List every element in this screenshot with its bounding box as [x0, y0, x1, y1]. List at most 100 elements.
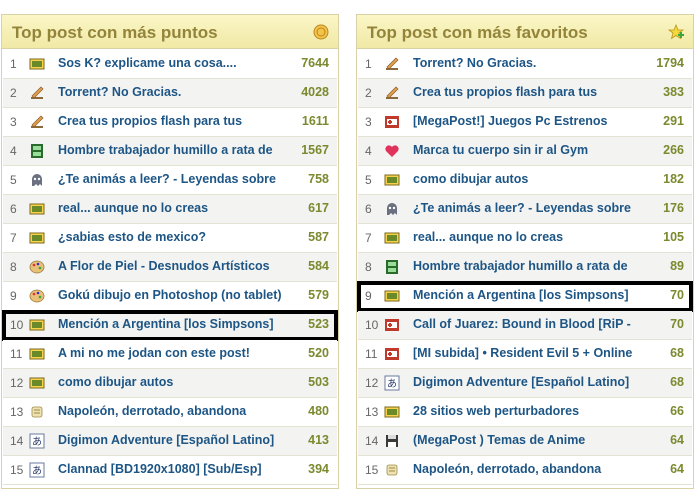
post-row: 13 28 sitios web perturbadores 66	[358, 398, 692, 427]
post-title-link[interactable]: Mención a Argentina [los Simpsons]	[58, 317, 274, 331]
image-icon	[29, 348, 45, 360]
post-score: 89	[670, 259, 684, 273]
post-score: 64	[670, 433, 684, 447]
post-title-link[interactable]: Call of Juarez: Bound in Blood [RiP -	[413, 317, 631, 331]
post-score: 523	[308, 317, 329, 331]
post-title-link[interactable]: Clannad [BD1920x1080] [Sub/Esp]	[58, 462, 262, 476]
post-score: 68	[670, 346, 684, 360]
post-title-link[interactable]: Mención a Argentina [los Simpsons]	[413, 288, 629, 302]
post-score: 617	[308, 201, 329, 215]
post-title-link[interactable]: Torrent? No Gracias.	[58, 85, 181, 99]
pencil-icon	[386, 86, 399, 99]
svg-text:あ: あ	[32, 465, 42, 477]
post-score: 587	[308, 230, 329, 244]
image-icon	[29, 203, 45, 215]
rank-number: 13	[10, 405, 24, 419]
post-title-link[interactable]: como dibujar autos	[413, 172, 528, 186]
post-score: 394	[308, 462, 329, 476]
anime-icon: あ	[29, 462, 45, 478]
post-row: 9 Gokú dibujo en Photoshop (no tablet) 579	[3, 282, 337, 311]
scroll-icon	[31, 406, 43, 418]
rank-number: 6	[10, 202, 17, 216]
post-title-link[interactable]: Sos K? explicame una cosa....	[58, 56, 237, 70]
post-row: 13 Napoleón, derrotado, abandona 480	[3, 398, 337, 427]
post-score: 579	[308, 288, 329, 302]
panel-header: Top post con más puntos	[2, 15, 338, 49]
post-title-link[interactable]: Hombre trabajador humillo a rata de	[413, 259, 628, 273]
post-score: 503	[308, 375, 329, 389]
post-row: 10 Mención a Argentina [los Simpsons] 523	[2, 310, 338, 341]
post-title-link[interactable]: Torrent? No Gracias.	[413, 56, 536, 70]
post-title-link[interactable]: Digimon Adventure [Español Latino]	[413, 375, 629, 389]
post-title-link[interactable]: (MegaPost ) Temas de Anime	[413, 433, 585, 447]
rank-number: 1	[10, 57, 17, 71]
pencil-icon	[386, 57, 399, 70]
panel-title: Top post con más favoritos	[367, 23, 588, 42]
post-title-link[interactable]: A Flor de Piel - Desnudos Artísticos	[58, 259, 270, 273]
post-list: 1 Torrent? No Gracias. 1794 2 Crea tus propi…	[357, 50, 693, 485]
post-score: 176	[663, 201, 684, 215]
post-list: 1 Sos K? explicame una cosa.... 7644 2 Torre…	[2, 50, 338, 485]
rank-number: 12	[10, 376, 24, 390]
pencil-icon	[31, 86, 44, 99]
disk-icon	[386, 435, 398, 447]
post-score: 1794	[656, 56, 684, 70]
post-row: 10 Call of Juarez: Bound in Blood [RiP - 7…	[358, 311, 692, 340]
post-row: 7 ¿sabias esto de mexico? 587	[3, 224, 337, 253]
post-title-link[interactable]: A mi no me jodan con este post!	[58, 346, 250, 360]
top-points-panel: Top post con más puntos 1 Sos K? explicam…	[1, 14, 339, 489]
game-icon	[385, 116, 399, 128]
post-row: 6 ¿Te animás a leer? - Leyendas sobre 176	[358, 195, 692, 224]
rank-number: 12	[365, 376, 379, 390]
post-title-link[interactable]: real... aunque no lo creas	[58, 201, 208, 215]
scroll-icon	[386, 464, 398, 476]
post-title-link[interactable]: 28 sitios web perturbadores	[413, 404, 579, 418]
post-row: 14 あ Digimon Adventure [Español Latino] 413	[3, 427, 337, 456]
post-score: 68	[670, 375, 684, 389]
rank-number: 10	[365, 318, 379, 332]
post-title-link[interactable]: Napoleón, derrotado, abandona	[413, 462, 601, 476]
post-title-link[interactable]: Marca tu cuerpo sin ir al Gym	[413, 143, 588, 157]
rank-number: 5	[10, 173, 17, 187]
post-title-link[interactable]: Digimon Adventure [Español Latino]	[58, 433, 274, 447]
post-score: 66	[670, 404, 684, 418]
post-title-link[interactable]: [MI subida] • Resident Evil 5 + Online	[413, 346, 632, 360]
rank-number: 13	[365, 405, 379, 419]
rank-number: 4	[365, 144, 372, 158]
rank-number: 1	[365, 57, 372, 71]
medal-icon	[313, 24, 329, 40]
post-title-link[interactable]: ¿Te animás a leer? - Leyendas sobre	[58, 172, 276, 186]
rank-number: 9	[365, 289, 372, 303]
post-score: 480	[308, 404, 329, 418]
rank-number: 6	[365, 202, 372, 216]
post-title-link[interactable]: Crea tus propios flash para tus	[58, 114, 242, 128]
post-title-link[interactable]: Napoleón, derrotado, abandona	[58, 404, 246, 418]
post-row: 4 Marca tu cuerpo sin ir al Gym 266	[358, 137, 692, 166]
post-title-link[interactable]: ¿Te animás a leer? - Leyendas sobre	[413, 201, 631, 215]
post-title-link[interactable]: Hombre trabajador humillo a rata de	[58, 143, 273, 157]
post-score: 70	[670, 288, 684, 302]
post-title-link[interactable]: real... aunque no lo creas	[413, 230, 563, 244]
post-score: 291	[663, 114, 684, 128]
post-score: 105	[663, 230, 684, 244]
post-title-link[interactable]: como dibujar autos	[58, 375, 173, 389]
post-row: 15 あ Clannad [BD1920x1080] [Sub/Esp] 394	[3, 456, 337, 485]
post-title-link[interactable]: [MegaPost!] Juegos Pc Estrenos	[413, 114, 608, 128]
rank-number: 3	[365, 115, 372, 129]
post-row: 14 (MegaPost ) Temas de Anime 64	[358, 427, 692, 456]
ghost-icon	[387, 203, 397, 215]
image-icon	[29, 319, 45, 331]
ghost-icon	[32, 174, 42, 186]
post-row: 3 [MegaPost!] Juegos Pc Estrenos 291	[358, 108, 692, 137]
post-row: 1 Sos K? explicame una cosa.... 7644	[3, 50, 337, 79]
post-title-link[interactable]: ¿sabias esto de mexico?	[58, 230, 206, 244]
image-icon	[384, 232, 400, 244]
post-score: 413	[308, 433, 329, 447]
heart-icon	[385, 145, 399, 157]
rank-number: 3	[10, 115, 17, 129]
palette-icon	[29, 289, 45, 303]
post-row: 3 Crea tus propios flash para tus 1611	[3, 108, 337, 137]
post-title-link[interactable]: Gokú dibujo en Photoshop (no tablet)	[58, 288, 282, 302]
post-row: 4 Hombre trabajador humillo a rata de 1567	[3, 137, 337, 166]
post-title-link[interactable]: Crea tus propios flash para tus	[413, 85, 597, 99]
